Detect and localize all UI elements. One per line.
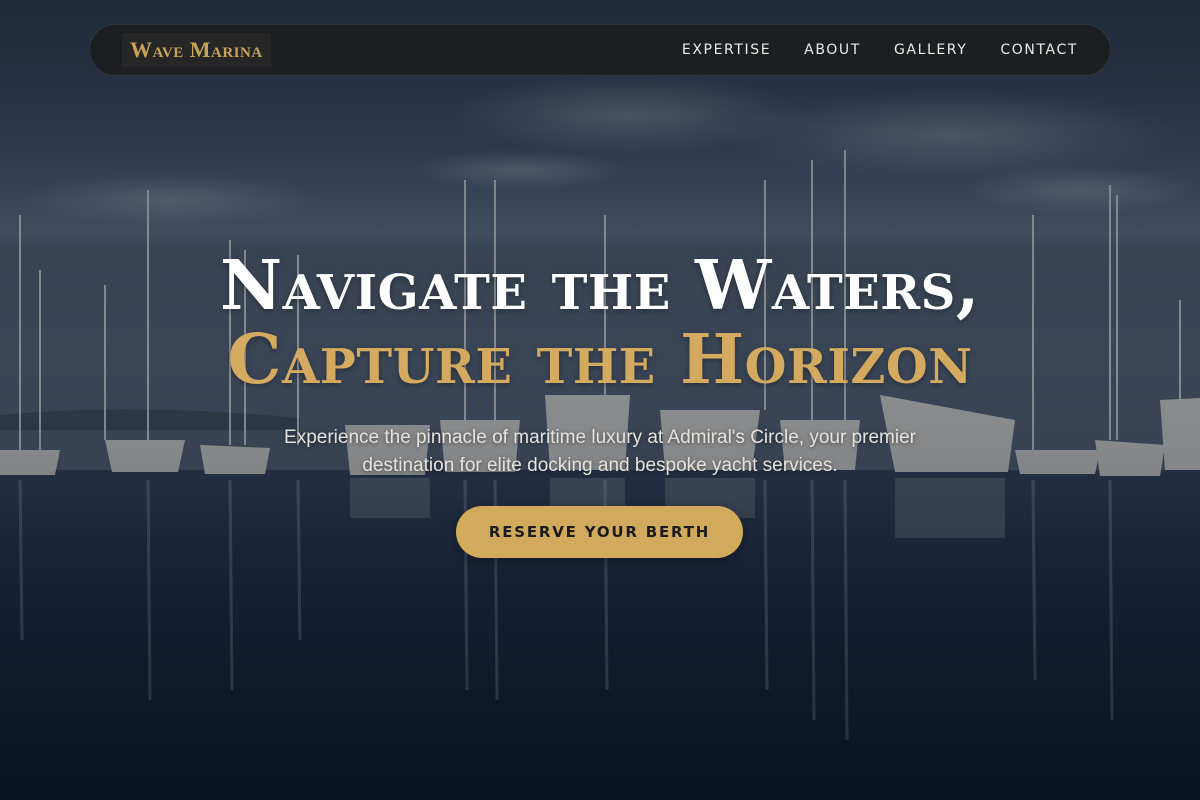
nav-link-expertise[interactable]: EXPERTISE <box>682 42 771 58</box>
hero-dark-overlay <box>0 0 1200 800</box>
hero-subtitle: Experience the pinnacle of maritime luxu… <box>284 427 916 476</box>
hero-section: Wave Marina EXPERTISE ABOUT GALLERY CONT… <box>0 0 1200 800</box>
nav-link-gallery[interactable]: GALLERY <box>894 42 967 58</box>
nav-link-contact[interactable]: CONTACT <box>1000 42 1078 58</box>
hero-headline: Navigate the Waters, Capture the Horizon <box>0 252 1200 394</box>
nav-link-about[interactable]: ABOUT <box>804 42 861 58</box>
hero-headline-line1: Navigate the Waters, <box>219 246 981 326</box>
top-navbar: Wave Marina EXPERTISE ABOUT GALLERY CONT… <box>89 24 1111 76</box>
site-logo[interactable]: Wave Marina <box>122 33 271 67</box>
nav-links: EXPERTISE ABOUT GALLERY CONTACT <box>682 42 1078 58</box>
reserve-berth-button[interactable]: RESERVE YOUR BERTH <box>456 506 743 558</box>
hero-headline-line2: Capture the Horizon <box>227 320 973 400</box>
